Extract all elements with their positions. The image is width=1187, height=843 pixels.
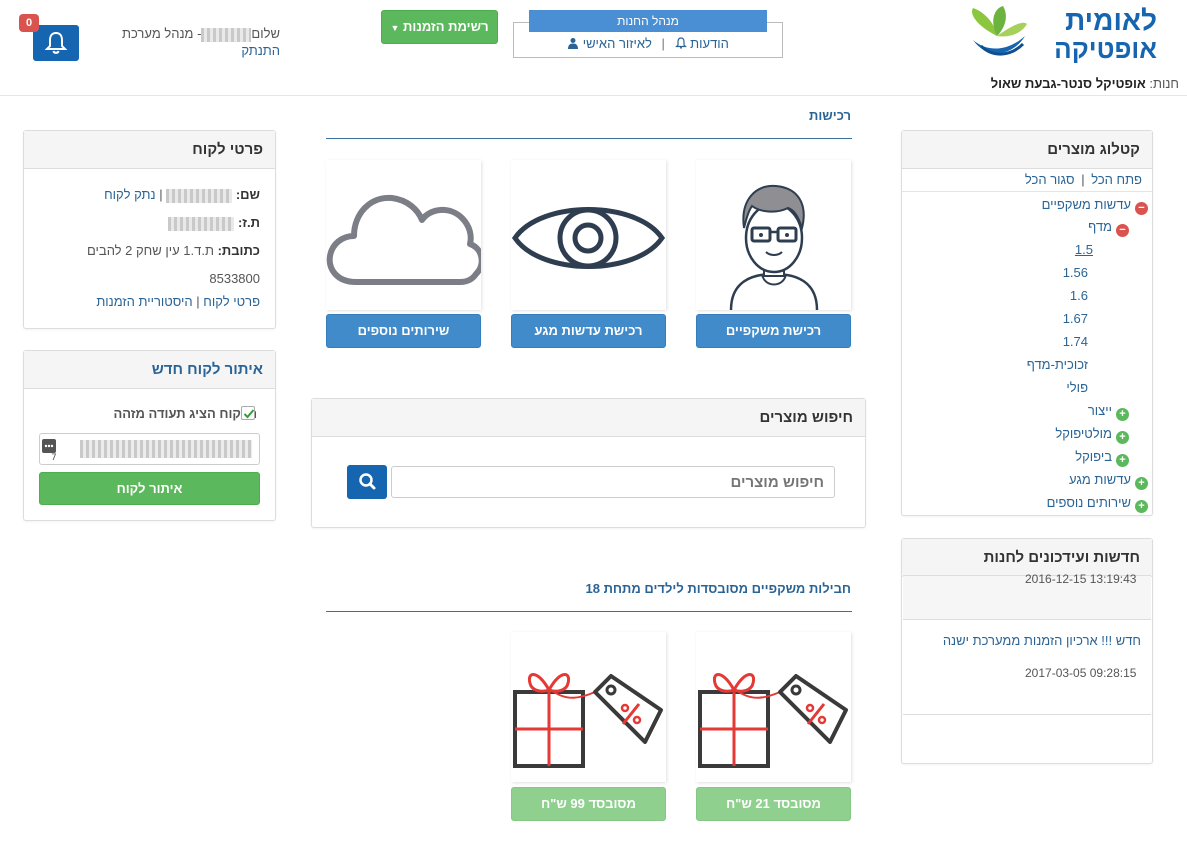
purchases-divider [326,138,852,139]
open-all-link[interactable]: פתח הכל [1091,172,1142,187]
notifications-button[interactable] [33,25,79,61]
links-separator: | [661,36,665,51]
tree-item-contact-lenses[interactable]: +עדשות מגע [1069,472,1148,490]
plus-circle-icon: + [1135,500,1148,513]
store-name: אופטיקל סנטר-גבעת שאול [990,76,1146,91]
redacted-id-value [80,440,252,458]
search-icon [359,473,376,490]
customer-id-input[interactable]: 7 [39,433,260,465]
news-item1-date: 2016-12-15 13:19:43 [1025,572,1137,586]
tree-item-production[interactable]: +ייצור [1088,403,1129,421]
catalog-title: קטלוג מוצרים [902,131,1152,169]
customer-id-row: ת.ז: [168,215,260,231]
search-title: חיפוש מוצרים [312,399,865,437]
user-icon [568,38,579,49]
search-button[interactable] [347,465,387,499]
bell-icon [674,37,687,49]
locate-customer-button[interactable]: איתור לקוח [39,472,260,505]
tree-item-1-5[interactable]: 1.5 [1075,242,1093,257]
locate-title: איתור לקוח חדש [24,351,275,389]
customer-zip: 8533800 [209,271,260,286]
greeting-prefix: שלום [251,26,280,41]
close-all-link[interactable]: סגור הכל [1025,172,1075,187]
buy-contacts-button[interactable]: רכישת עדשות מגע [511,314,666,348]
order-history-link[interactable]: היסטוריית הזמנות [96,294,192,309]
minus-circle-icon: − [1116,224,1129,237]
top-header: לאומית אופטיקה חנות: אופטיקל סנטר-גבעת ש… [0,0,1187,96]
disconnect-customer-link[interactable]: נתק לקוח [104,187,155,202]
catalog-toggle: פתח הכל | סגור הכל [1024,172,1142,187]
tree-item-1-67[interactable]: 1.67 [1063,311,1088,326]
tree-item-shelf[interactable]: −מדף [1088,219,1129,237]
brand-name-line1: לאומית [1065,5,1157,36]
package-21-image[interactable] [696,632,851,782]
news-item2-link[interactable]: חדש !!! ארכיון הזמנות ממערכת ישנה [943,633,1141,648]
catalog-divider [902,191,1152,192]
greeting-suffix: - מנהל מערכת [122,26,202,41]
customer-title: פרטי לקוח [24,131,275,169]
customer-links: פרטי לקוח | היסטוריית הזמנות [96,294,260,309]
svg-text:7: 7 [51,453,57,461]
gift-discount-icon [513,673,663,768]
tree-item-1-56[interactable]: 1.56 [1063,265,1088,280]
packages-divider [326,611,852,612]
keypad-icon: 7 [42,439,57,461]
glasses-card-image[interactable] [696,160,851,311]
person-with-glasses-icon [729,184,819,311]
tree-item-bifocal[interactable]: +ביפוקל [1075,449,1129,467]
id-shown-label: הלקוח הציג תעודה מזהה [113,406,257,421]
plus-circle-icon: + [1135,477,1148,490]
package-99-button[interactable]: מסובסד 99 ש"ח [511,787,666,821]
brand-name-line2: אופטיקה [1054,34,1157,64]
tree-item-1-74[interactable]: 1.74 [1063,334,1088,349]
user-greeting: שלום - מנהל מערכת [110,26,280,42]
minus-circle-icon: − [1135,202,1148,215]
package-99-image[interactable] [511,632,666,782]
check-icon [243,409,255,419]
gift-discount-icon [698,673,848,768]
tree-item-glasses-lenses[interactable]: −עדשות משקפיים [1042,197,1148,215]
package-21-button[interactable]: מסובסד 21 ש"ח [696,787,851,821]
messages-link[interactable]: הודעות [671,36,729,51]
contacts-card-image[interactable] [511,160,666,310]
id-shown-checkbox[interactable] [241,406,255,420]
manager-title: מנהל החנות [529,10,767,32]
plus-circle-icon: + [1116,408,1129,421]
customer-address-row: כתובת: ת.ד.1 עין שחק 2 להבים [86,243,260,258]
search-panel: חיפוש מוצרים [311,398,866,528]
tree-item-1-6[interactable]: 1.6 [1070,288,1088,303]
redacted-id [168,216,235,231]
search-input[interactable] [391,466,835,498]
services-card-image[interactable] [326,160,485,310]
plus-circle-icon: + [1116,454,1129,467]
cloud-icon [326,194,485,285]
manager-links: הודעות | לאיזור האישי [513,36,783,51]
personal-area-link[interactable]: לאיזור האישי [567,36,652,51]
redacted-username [201,27,252,42]
redacted-name [166,188,233,203]
news-item2-date: 2017-03-05 09:28:15 [1025,666,1137,680]
tree-item-glass-shelf[interactable]: זכוכית-מדף [1027,357,1088,372]
bell-icon [44,31,68,54]
plus-circle-icon: + [1116,431,1129,444]
caret-down-icon: ▼ [390,23,400,33]
customer-details-link[interactable]: פרטי לקוח [203,294,260,309]
extra-services-button[interactable]: שירותים נוספים [326,314,481,348]
logout-link[interactable]: התנתק [200,43,280,58]
tree-item-poly[interactable]: פולי [1066,380,1088,395]
purchases-title: רכישות [809,108,851,123]
order-list-dropdown[interactable]: רשימת הזמנות ▼ [381,10,498,44]
brand-logo[interactable]: לאומית אופטיקה [967,6,1157,70]
customer-name-row: שם: | נתק לקוח [104,187,260,203]
tree-item-extra-services[interactable]: +שירותים נוספים [1047,495,1148,513]
packages-title: חבילות משקפיים מסובסדות לילדים מתחת 18 [585,581,851,596]
news-divider [903,714,1151,715]
buy-glasses-button[interactable]: רכישת משקפיים [696,314,851,348]
tree-item-multifocal[interactable]: +מולטיפוקל [1055,426,1129,444]
eye-icon [511,207,666,269]
store-info: חנות: אופטיקל סנטר-גבעת שאול [991,76,1179,91]
notifications-badge: 0 [19,14,39,32]
store-label: חנות: [1149,76,1179,91]
